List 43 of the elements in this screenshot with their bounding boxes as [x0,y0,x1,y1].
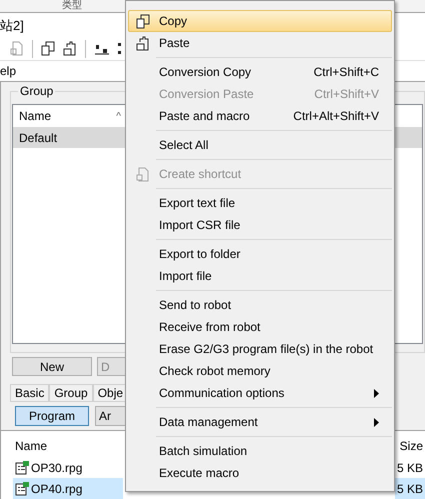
menu-item[interactable]: Import file [128,265,392,287]
copy-icon [136,14,150,28]
document-icon [136,166,150,182]
group-title: Group [18,84,56,98]
tab[interactable]: Basic [10,384,50,402]
file-size: 5 KB [396,460,424,477]
menu-item[interactable]: Export to folder [128,243,392,265]
submenu-arrow-icon [374,418,379,426]
menu-item[interactable]: Copy [128,10,392,32]
file-name: OP40.rpg [31,480,82,498]
menu-item[interactable]: Batch simulation [128,440,392,462]
new-button[interactable]: New [12,357,92,376]
file-row[interactable]: OP30.rpg [13,457,123,478]
menu-item[interactable]: Conversion Copy Ctrl+Shift+C [128,61,392,83]
menu-item[interactable]: Receive from robot [128,316,392,338]
menu-item[interactable]: Execute macro [128,462,392,484]
column-header[interactable]: Size [400,437,423,456]
menu-item[interactable]: Communication options [128,382,392,404]
submenu-arrow-icon [374,388,379,398]
menu-item[interactable]: elp [0,62,16,80]
menu-item[interactable]: Select All [128,134,392,156]
column-header[interactable]: Name [19,107,52,126]
paste-icon [136,36,150,50]
file-icon [15,460,30,475]
file-icon [15,482,30,496]
file-size: 5 KB [395,478,425,499]
column-header[interactable]: 类型 [62,0,82,12]
menu-item[interactable]: Export text file [128,192,392,214]
menu-item[interactable]: Paste and macro Ctrl+Alt+Shift+V [128,105,392,127]
menu-item[interactable]: Import CSR file [128,214,392,236]
menu-item[interactable]: Erase G2/G3 program file(s) in the robot [128,338,392,360]
dots-icon[interactable] [118,42,122,56]
sort-mark: ^ [116,110,121,124]
paste-icon[interactable] [63,41,77,56]
file-name: OP30.rpg [31,460,82,477]
window-title: 站2] [0,16,24,35]
file-row[interactable]: OP40.rpg [13,478,123,499]
menu-item[interactable]: Paste [128,32,392,54]
tab[interactable]: Group [49,384,93,402]
copy-icon[interactable] [41,41,55,56]
mode-button[interactable]: Program [15,406,89,426]
column-header[interactable]: Name [15,437,48,456]
menu-item[interactable]: Send to robot [128,294,392,316]
